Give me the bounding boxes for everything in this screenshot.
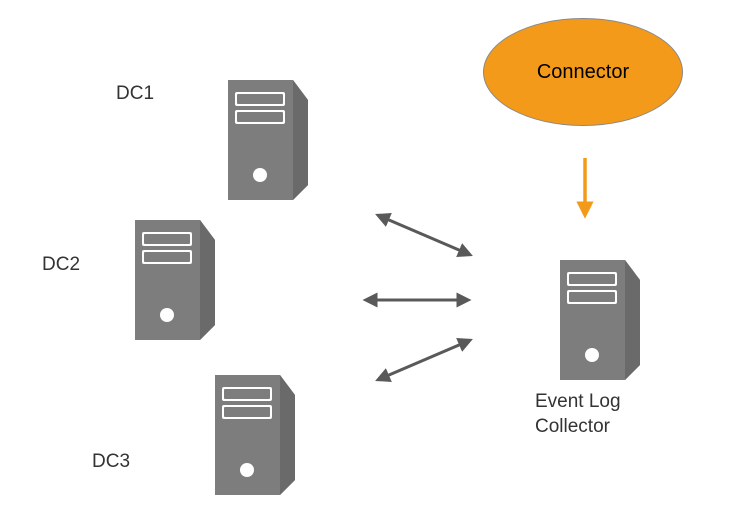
collector-label: Event Log Collector [535,390,621,439]
collector-label-line1: Event Log [535,391,621,412]
bidirectional-arrow-dc2 [358,285,478,315]
server-icon-dc3 [185,365,305,495]
connector-ellipse: Connector [483,18,683,126]
bidirectional-arrow-dc3 [370,330,480,390]
server-icon-collector [530,250,650,380]
dc2-label: DC2 [42,253,80,278]
server-icon-dc1 [198,70,318,200]
dc1-label: DC1 [116,82,154,107]
connector-arrow [565,150,605,230]
server-icon-dc2 [105,210,225,340]
collector-label-line2: Collector [535,416,610,437]
connector-label: Connector [537,61,629,84]
dc3-label: DC3 [92,450,130,475]
bidirectional-arrow-dc1 [370,205,480,265]
